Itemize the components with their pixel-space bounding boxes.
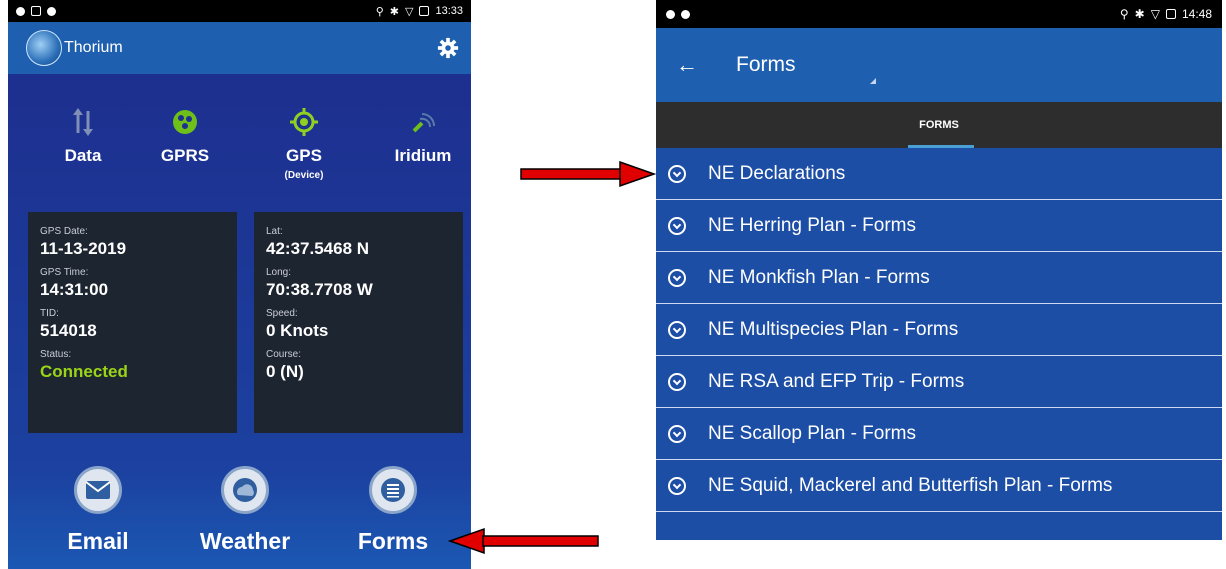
- connection-status-row: Data GPRS GPS (Device) Iridium: [8, 104, 471, 199]
- weather-button[interactable]: Weather: [180, 466, 310, 555]
- app-bar: Thorium: [8, 22, 471, 74]
- form-item-label: NE Declarations: [708, 162, 846, 184]
- thorium-logo-icon: [26, 30, 62, 66]
- form-item-label: NE Herring Plan - Forms: [708, 214, 916, 236]
- speed-value: 0 Knots: [266, 321, 329, 340]
- envelope-icon: [74, 466, 122, 514]
- status-time: 13:33: [435, 5, 463, 17]
- screenshot-icon: [31, 6, 41, 16]
- screenshot-canvas: ⚲ ✱ ▽ 13:33 Thorium Data GPRS GPS (Devic…: [0, 0, 1226, 569]
- tab-bar: FORMS: [656, 102, 1222, 148]
- connection-label: GPRS: [160, 146, 210, 165]
- battery-icon: [419, 6, 430, 16]
- form-item-scallop[interactable]: NE Scallop Plan - Forms: [656, 408, 1222, 460]
- dropdown-indicator-icon[interactable]: [870, 78, 876, 84]
- status-bar: ⚲ ✱ ▽ 13:33: [8, 0, 471, 22]
- weather-label: Weather: [199, 528, 291, 554]
- gprs-icon: [173, 110, 197, 134]
- bottom-actions: Email Weather Forms: [8, 466, 471, 566]
- form-item-label: NE Multispecies Plan - Forms: [708, 318, 959, 340]
- connection-gps: GPS (Device): [249, 104, 359, 181]
- connection-gprs: GPRS: [130, 104, 240, 166]
- wifi-icon: ▽: [1150, 7, 1160, 21]
- status-value: Connected: [40, 362, 128, 381]
- gps-date-value: 11-13-2019: [40, 239, 127, 258]
- form-item-label: NE Scallop Plan - Forms: [708, 422, 917, 444]
- bluetooth-icon: ✱: [389, 5, 399, 18]
- forms-label: Forms: [357, 528, 429, 554]
- email-button[interactable]: Email: [33, 466, 163, 555]
- chevron-down-icon: [668, 320, 686, 339]
- forms-button[interactable]: Forms: [328, 466, 458, 555]
- position-info-panel: Lat: 42:37.5468 N Long: 70:38.7708 W Spe…: [254, 212, 463, 433]
- form-item-label: NE Monkfish Plan - Forms: [708, 266, 930, 288]
- red-arrow-left-icon: [448, 527, 599, 555]
- connection-iridium: Iridium: [368, 104, 471, 166]
- tab-forms[interactable]: FORMS: [919, 119, 959, 131]
- form-item-label: NE Squid, Mackerel and Butterfish Plan -…: [708, 474, 1113, 496]
- form-item-monkfish[interactable]: NE Monkfish Plan - Forms: [656, 252, 1222, 304]
- course-label: Course:: [266, 349, 302, 360]
- gps-icon: [290, 108, 318, 136]
- status-bar: ⚲ ✱ ▽ 14:48: [656, 0, 1222, 28]
- speed-label: Speed:: [266, 308, 298, 319]
- form-item-multispecies[interactable]: NE Multispecies Plan - Forms: [656, 304, 1222, 356]
- connection-label: GPS: [286, 146, 322, 165]
- left-phone-screen: ⚲ ✱ ▽ 13:33 Thorium Data GPRS GPS (Devic…: [8, 0, 471, 569]
- tid-label: TID:: [40, 308, 59, 319]
- notification-icon: [16, 6, 25, 16]
- course-value: 0 (N): [266, 362, 304, 381]
- gps-info-panel: GPS Date: 11-13-2019 GPS Time: 14:31:00 …: [28, 212, 237, 433]
- bluetooth-icon: ✱: [1134, 7, 1145, 21]
- forms-app-bar: ← Forms: [656, 28, 1222, 102]
- notification-icon: [666, 9, 675, 19]
- battery-icon: [1165, 9, 1176, 19]
- connection-data: Data: [28, 104, 138, 166]
- gps-time-label: GPS Time:: [40, 267, 89, 278]
- location-icon: ⚲: [375, 5, 384, 18]
- iridium-icon: [412, 113, 435, 133]
- lat-value: 42:37.5468 N: [266, 239, 370, 258]
- data-arrows-icon: [73, 108, 93, 136]
- form-item-ne-declarations[interactable]: NE Declarations: [656, 148, 1222, 200]
- weather-icon: [221, 466, 269, 514]
- connection-label: Data: [64, 146, 102, 165]
- gear-icon[interactable]: [437, 37, 459, 59]
- status-label: Status:: [40, 349, 72, 360]
- long-label: Long:: [266, 267, 292, 278]
- forms-list: NE Declarations NE Herring Plan - Forms …: [656, 148, 1222, 512]
- forms-page-title: Forms: [736, 53, 796, 76]
- location-icon: ⚲: [1119, 7, 1129, 21]
- chevron-down-icon: [668, 164, 686, 183]
- form-item-rsa-efp[interactable]: NE RSA and EFP Trip - Forms: [656, 356, 1222, 408]
- chevron-down-icon: [668, 268, 686, 287]
- chevron-down-icon: [668, 216, 686, 235]
- app-notification-icon: [47, 6, 56, 16]
- chevron-down-icon: [668, 372, 686, 391]
- lat-label: Lat:: [266, 226, 283, 237]
- chevron-down-icon: [668, 476, 686, 495]
- tid-value: 514018: [40, 321, 97, 340]
- wifi-icon: ▽: [405, 5, 414, 18]
- connection-label: Iridium: [394, 146, 452, 165]
- gps-time-value: 14:31:00: [40, 280, 109, 299]
- app-notification-icon: [681, 9, 690, 19]
- status-time: 14:48: [1181, 7, 1212, 21]
- dashboard-body: Data GPRS GPS (Device) Iridium GPS Date:: [8, 74, 471, 569]
- long-value: 70:38.7708 W: [266, 280, 373, 299]
- list-icon: [369, 466, 417, 514]
- red-arrow-right-icon: [520, 160, 656, 188]
- form-item-squid-mackerel-butterfish[interactable]: NE Squid, Mackerel and Butterfish Plan -…: [656, 460, 1222, 512]
- form-item-label: NE RSA and EFP Trip - Forms: [708, 370, 965, 392]
- app-title: Thorium: [64, 39, 123, 56]
- form-item-herring[interactable]: NE Herring Plan - Forms: [656, 200, 1222, 252]
- back-arrow-icon[interactable]: ←: [676, 52, 716, 78]
- right-phone-screen: ⚲ ✱ ▽ 14:48 ← Forms FORMS NE Declaration…: [656, 0, 1222, 540]
- email-label: Email: [67, 528, 129, 554]
- connection-sublabel: (Device): [284, 170, 324, 181]
- chevron-down-icon: [668, 424, 686, 443]
- gps-date-label: GPS Date:: [40, 226, 88, 237]
